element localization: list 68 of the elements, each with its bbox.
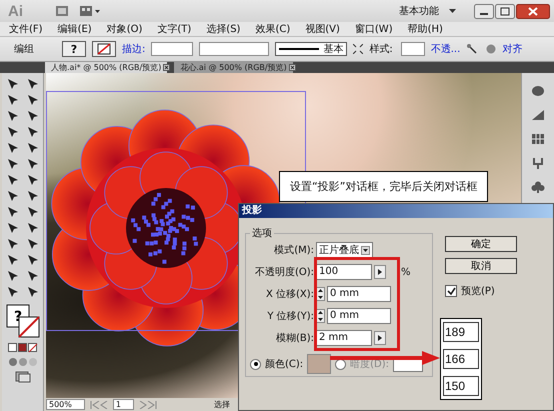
dialog-title: 投影 bbox=[239, 204, 553, 218]
screen-mode-icon[interactable] bbox=[14, 371, 30, 383]
field-label: 模式(M): bbox=[273, 244, 314, 257]
app-logo: Ai bbox=[8, 2, 23, 20]
menu-item[interactable]: 选择(S) bbox=[201, 22, 250, 36]
stroke-weight-field[interactable] bbox=[151, 42, 194, 56]
rgb-value-field: 150 bbox=[443, 376, 479, 396]
selection-label: 编组 bbox=[14, 42, 34, 56]
value-field[interactable]: 2 mm bbox=[316, 330, 372, 346]
variable-width-dropdown[interactable] bbox=[199, 42, 270, 56]
value-field[interactable]: 0 mm bbox=[327, 286, 391, 302]
workspace-switcher[interactable]: 基本功能 bbox=[399, 4, 439, 18]
value-field[interactable]: 100 bbox=[316, 264, 372, 280]
stroke-swatch[interactable] bbox=[92, 41, 116, 57]
document-tab[interactable]: 人物.ai* @ 500% (RGB/预览) bbox=[45, 62, 168, 73]
option-label: 颜色(C): bbox=[265, 358, 304, 371]
color-swatch[interactable] bbox=[307, 354, 332, 374]
menu-item[interactable]: 文字(T) bbox=[152, 22, 202, 36]
dialog-button[interactable]: 确定 bbox=[445, 236, 517, 252]
field-label: 模糊(B): bbox=[274, 332, 314, 345]
page-field[interactable]: 1 bbox=[112, 399, 134, 410]
transform-icon[interactable] bbox=[353, 44, 364, 54]
color-mode-icon[interactable] bbox=[8, 343, 38, 353]
instruction-callout: 设置“投影”对话框，完毕后关闭对话框 bbox=[279, 171, 488, 202]
menu-item[interactable]: 对象(O) bbox=[102, 22, 152, 36]
preview-checkbox[interactable] bbox=[445, 285, 457, 297]
menu-item[interactable]: 文件(F) bbox=[4, 22, 53, 36]
stepper-icon[interactable] bbox=[316, 287, 325, 301]
menu-item[interactable]: 视图(V) bbox=[300, 22, 350, 36]
unit-label: % bbox=[401, 266, 411, 278]
style-dropdown[interactable] bbox=[400, 42, 425, 56]
value-field[interactable]: 0 mm bbox=[327, 308, 391, 324]
document-tab[interactable]: 花心.ai @ 500% (RGB/预览) bbox=[174, 62, 293, 73]
rgb-value-field: 166 bbox=[443, 348, 479, 369]
slider-popup-icon[interactable] bbox=[374, 265, 386, 279]
globe-icon[interactable] bbox=[486, 44, 496, 54]
checkbox-label: 预览(P) bbox=[461, 285, 495, 298]
field-label: 不透明度(O): bbox=[254, 266, 314, 279]
caret-icon bbox=[449, 8, 456, 14]
stepper-icon[interactable] bbox=[316, 309, 325, 323]
close-icon[interactable] bbox=[516, 4, 550, 18]
restore-icon[interactable] bbox=[495, 4, 515, 18]
zoom-field[interactable]: 500% bbox=[46, 399, 85, 410]
menu-item[interactable]: 效果(C) bbox=[250, 22, 300, 36]
caret-icon bbox=[361, 246, 370, 254]
arrange-documents-icon[interactable] bbox=[79, 5, 101, 17]
dialog-button[interactable]: 取消 bbox=[445, 258, 517, 274]
close-icon[interactable] bbox=[163, 64, 170, 71]
status-text: 选择 bbox=[214, 399, 230, 410]
style-label: 样式: bbox=[369, 42, 393, 56]
group-label: 选项 bbox=[251, 226, 273, 240]
slider-popup-icon[interactable] bbox=[374, 331, 386, 345]
menu-item[interactable]: 编辑(E) bbox=[52, 22, 102, 36]
field-label: X 位移(X): bbox=[264, 288, 314, 301]
fill-swatch[interactable]: ? bbox=[62, 41, 86, 57]
field-label: Y 位移(Y): bbox=[266, 310, 314, 323]
brush-dropdown[interactable]: 基本 bbox=[275, 42, 348, 56]
menu-item[interactable]: 帮助(H) bbox=[402, 22, 453, 36]
stroke-link[interactable]: 描边: bbox=[122, 42, 146, 56]
symbols-icon[interactable] bbox=[531, 181, 545, 193]
mode-dropdown[interactable]: 正片叠底 bbox=[316, 242, 373, 258]
swatches-icon[interactable] bbox=[531, 133, 545, 145]
menu-item[interactable]: 窗口(W) bbox=[350, 22, 403, 36]
align-link[interactable]: 对齐 bbox=[502, 42, 522, 56]
opacity-link[interactable]: 不透... bbox=[430, 42, 460, 56]
minimize-icon[interactable] bbox=[474, 4, 494, 18]
rgb-value-field: 189 bbox=[443, 322, 479, 342]
color-radio[interactable] bbox=[250, 358, 261, 370]
